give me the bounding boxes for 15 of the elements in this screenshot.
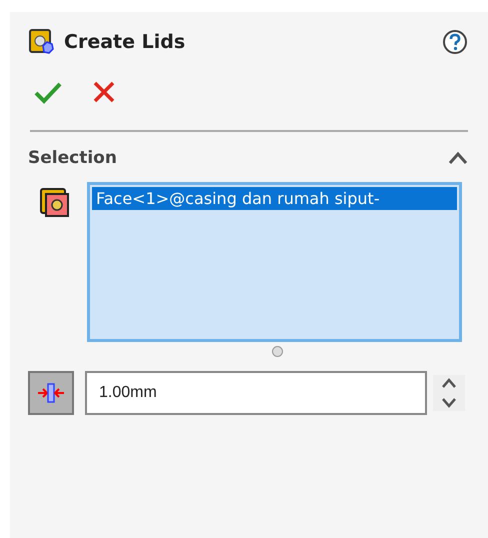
face-icon [38, 186, 70, 218]
selection-item[interactable]: Face<1>@casing dan rumah siput- [92, 187, 457, 210]
spin-up-icon[interactable] [441, 377, 457, 389]
selection-list[interactable]: Face<1>@casing dan rumah siput- [87, 182, 462, 342]
thickness-icon [28, 371, 74, 415]
lid-feature-icon [28, 28, 56, 56]
close-icon[interactable] [92, 80, 116, 104]
collapse-icon[interactable] [448, 151, 468, 165]
spin-down-icon[interactable] [441, 397, 457, 409]
panel-title: Create Lids [64, 31, 186, 53]
ok-icon[interactable] [34, 80, 62, 104]
thickness-field[interactable]: 1.00mm [85, 371, 427, 415]
resize-handle[interactable] [272, 346, 282, 357]
help-icon[interactable] [442, 29, 468, 55]
section-title: Selection [28, 148, 117, 168]
